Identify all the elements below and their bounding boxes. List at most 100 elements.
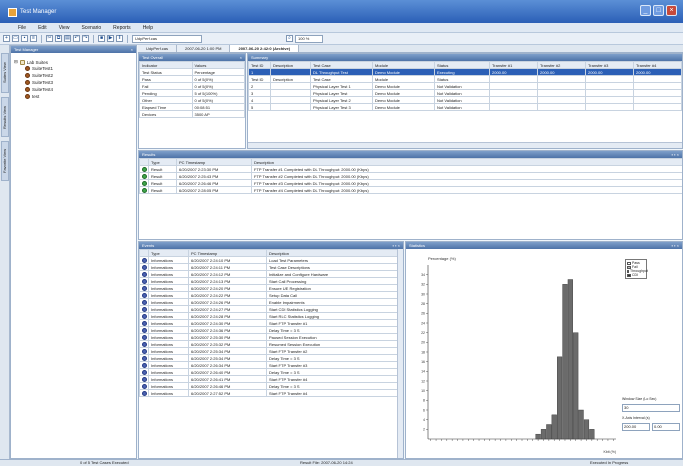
table-row[interactable]: Informations 6/20/2007 2:24:30 PM Start FT… — [139, 319, 398, 327]
pause-icon[interactable]: ‖ — [116, 35, 123, 42]
table-row[interactable]: 2 Physical Layer Test 1 Demo Module Not Val… — [248, 82, 682, 90]
interval-min-input[interactable]: 0.00 — [652, 423, 680, 431]
table-row[interactable]: Pending 5 of 5(100%) — [139, 89, 245, 97]
scenario-combo[interactable]: UdpPerf.cas — [132, 34, 202, 43]
table-row[interactable]: 1 DL Throughput Test Demo Module Executing 2… — [248, 68, 682, 76]
table-row[interactable]: Result 6/20/2007 2:25:43 PM FTP Transfer #… — [139, 172, 682, 180]
table-row[interactable]: Informations 6/20/2007 2:24:26 PM Enable I… — [139, 298, 398, 306]
menu-help[interactable]: Help — [143, 25, 153, 32]
search-icon[interactable]: ⌕ — [286, 35, 293, 42]
menu-view[interactable]: View — [59, 25, 70, 32]
column-header[interactable]: Type — [148, 249, 189, 257]
maximize-button[interactable]: □ — [653, 5, 664, 16]
table-row[interactable]: Informations 6/20/2007 2:24:13 PM Start Ca… — [139, 277, 398, 285]
table-row[interactable]: Informations 6/20/2007 2:26:34 PM Start FT… — [139, 361, 398, 369]
column-header[interactable]: Module — [372, 61, 435, 69]
column-header[interactable]: Transfer #4 — [633, 61, 682, 69]
menu-reports[interactable]: Reports — [113, 25, 131, 32]
table-row[interactable]: Result 6/20/2007 2:28:05 PM FTP Transfer #… — [139, 186, 682, 194]
column-header[interactable]: Description — [251, 158, 682, 166]
tree-item[interactable]: test — [25, 94, 39, 99]
copy-icon[interactable]: ⧉ — [55, 35, 62, 42]
close-button[interactable]: × — [666, 5, 677, 16]
stop-icon[interactable]: ■ — [98, 35, 105, 42]
table-row[interactable]: Fail 0 of 5(0%) — [139, 82, 245, 90]
interval-max-input[interactable]: 200.00 — [622, 423, 650, 431]
redo-icon[interactable]: ↷ — [82, 35, 89, 42]
vertical-scrollbar[interactable] — [397, 249, 403, 458]
zoom-combo[interactable]: 100 % — [295, 34, 323, 43]
open-folder-icon[interactable]: ▭ — [12, 35, 19, 42]
table-row[interactable]: Informations 6/20/2007 2:24:22 PM Setup Da… — [139, 291, 398, 299]
table-row[interactable]: Informations 6/20/2007 2:24:10 PM Load Tes… — [139, 256, 398, 264]
table-row[interactable]: Informations 6/20/2007 2:25:32 PM Resumed … — [139, 340, 398, 348]
menu-scenario[interactable]: Scenario — [81, 25, 101, 32]
column-header[interactable]: Description — [266, 249, 398, 257]
table-row[interactable]: Informations 6/20/2007 2:24:28 PM Start RL… — [139, 312, 398, 320]
table-row[interactable]: Informations 6/20/2007 2:25:34 PM Delay Ti… — [139, 354, 398, 362]
column-header[interactable]: Test ID — [248, 61, 271, 69]
tree-item[interactable]: SuiteTest2 — [25, 73, 53, 78]
panel-controls-icon[interactable]: ▪ ▪ × — [393, 242, 400, 249]
minimize-button[interactable]: _ — [640, 5, 651, 16]
column-header[interactable]: Description — [270, 61, 311, 69]
tab-results-view[interactable]: Results View — [1, 97, 9, 137]
doc-tab[interactable]: UdpPerf.cas — [138, 45, 178, 52]
table-row[interactable]: Elapsed Time 00:08:51 — [139, 103, 245, 111]
table-row[interactable]: Devices 3500 AP — [139, 110, 245, 118]
column-header[interactable]: PC Timestamp — [188, 249, 267, 257]
table-row[interactable]: 5 Physical Layer Test 3 Demo Module Not Val… — [248, 103, 682, 111]
table-row[interactable]: Pass 0 of 5(0%) — [139, 75, 245, 83]
table-row[interactable]: Informations 6/20/2007 2:24:11 PM Test Cas… — [139, 263, 398, 271]
paste-icon[interactable]: ▤ — [64, 35, 71, 42]
tree-item[interactable]: SuiteTest1 — [25, 66, 53, 71]
table-row[interactable]: Informations 6/20/2007 2:26:46 PM Delay Ti… — [139, 382, 398, 390]
table-row[interactable]: Other 0 of 5(0%) — [139, 96, 245, 104]
table-row[interactable]: Informations 6/20/2007 2:27:52 PM Start FT… — [139, 389, 398, 397]
save-icon[interactable]: ▪ — [21, 35, 28, 42]
column-header[interactable]: Transfer #3 — [585, 61, 634, 69]
table-row[interactable]: Informations 6/20/2007 2:26:41 PM Start FT… — [139, 375, 398, 383]
close-icon[interactable]: × — [131, 46, 133, 53]
table-row[interactable]: Informations 6/20/2007 2:25:30 PM Paused S… — [139, 333, 398, 341]
table-row[interactable]: Informations 6/20/2007 2:24:27 PM Start CD… — [139, 305, 398, 313]
window-size-input[interactable]: 30 — [622, 404, 680, 412]
tab-suites-view[interactable]: Suites View — [1, 53, 9, 93]
table-row[interactable]: Result 6/20/2007 2:23:30 PM FTP Transfer #… — [139, 165, 682, 173]
column-header[interactable]: Indicator — [139, 61, 193, 69]
menu-edit[interactable]: Edit — [38, 25, 47, 32]
column-header[interactable]: PC Timestamp — [176, 158, 252, 166]
tree-item[interactable]: SuiteTest3 — [25, 80, 53, 85]
column-header[interactable]: Transfer #2 — [537, 61, 586, 69]
table-row[interactable]: 4 Physical Layer Test 2 Demo Module Not Val… — [248, 96, 682, 104]
column-header[interactable]: Test Case — [310, 61, 373, 69]
doc-tab-active[interactable]: 2007-06-20 2:42:0 (Archive) — [230, 45, 300, 52]
table-row[interactable]: Test Status Percentage — [139, 68, 245, 76]
column-header[interactable] — [139, 158, 149, 166]
column-header[interactable]: Status — [434, 61, 490, 69]
menu-file[interactable]: File — [18, 25, 26, 32]
table-row[interactable]: 3 Physical Layer Test Demo Module Not Valid… — [248, 89, 682, 97]
horizontal-scrollbar[interactable] — [248, 142, 682, 148]
panel-controls-icon[interactable]: ▪ ▪ × — [672, 242, 679, 249]
close-icon[interactable]: × — [240, 54, 242, 61]
table-row[interactable]: Test ID Description Test Case Module Status — [248, 75, 682, 83]
undo-icon[interactable]: ↶ — [73, 35, 80, 42]
expand-icon[interactable]: ⊟ — [14, 59, 18, 65]
table-row[interactable]: Informations 6/20/2007 2:24:20 PM Ensure U… — [139, 284, 398, 292]
column-header[interactable]: Values — [191, 61, 245, 69]
column-header[interactable] — [139, 249, 149, 257]
column-header[interactable]: Type — [148, 158, 177, 166]
tree-root[interactable]: ⊟ Lab Suites — [14, 59, 48, 65]
run-icon[interactable]: ▶ — [107, 35, 114, 42]
tree-item[interactable]: SuiteTest4 — [25, 87, 53, 92]
print-icon[interactable]: ≡ — [30, 35, 37, 42]
tab-favorite-view[interactable]: Favorite View — [1, 141, 9, 181]
table-row[interactable]: Informations 6/20/2007 2:24:36 PM Delay Ti… — [139, 326, 398, 334]
table-row[interactable]: Informations 6/20/2007 2:26:40 PM Delay Ti… — [139, 368, 398, 376]
panel-controls-icon[interactable]: ▪ ▪ × — [672, 151, 679, 158]
table-row[interactable]: Informations 6/20/2007 2:25:34 PM Start FT… — [139, 347, 398, 355]
table-row[interactable]: Result 6/20/2007 2:26:46 PM FTP Transfer #… — [139, 179, 682, 187]
new-file-icon[interactable]: + — [3, 35, 10, 42]
table-row[interactable]: Informations 6/20/2007 2:24:12 PM Initiali… — [139, 270, 398, 278]
